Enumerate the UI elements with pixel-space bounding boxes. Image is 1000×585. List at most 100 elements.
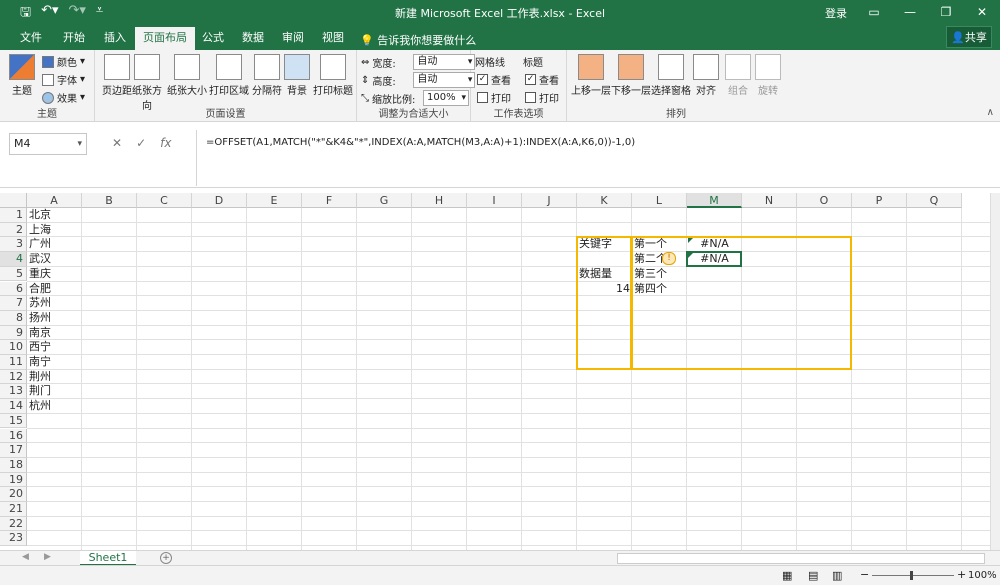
cell-A2[interactable]: 上海 — [29, 223, 80, 237]
enter-icon[interactable]: ✓ — [136, 136, 146, 150]
zoom-level[interactable]: 100% — [968, 570, 997, 581]
tell-me-box[interactable]: 💡 告诉我你想要做什么 — [360, 32, 476, 48]
column-header-G[interactable]: G — [357, 193, 412, 208]
collapse-ribbon-icon[interactable]: ∧ — [987, 107, 994, 118]
minimize-icon[interactable]: — — [892, 0, 928, 24]
column-header-H[interactable]: H — [412, 193, 467, 208]
row-header-20[interactable]: 20 — [0, 487, 27, 502]
zoom-slider[interactable] — [872, 571, 954, 580]
share-button[interactable]: 👤共享 — [946, 26, 992, 48]
cell-A6[interactable]: 合肥 — [29, 282, 80, 296]
height-select[interactable]: 自动 — [413, 72, 476, 88]
row-header-2[interactable]: 2 — [0, 222, 27, 238]
theme-button[interactable]: 主题 — [2, 54, 42, 97]
cancel-icon[interactable]: ✕ — [112, 136, 122, 150]
name-box[interactable]: M4 — [9, 133, 87, 155]
headings-print-checkbox[interactable]: 打印 — [525, 90, 559, 105]
print-area-button[interactable]: 打印区域 — [209, 54, 249, 97]
row-header-18[interactable]: 18 — [0, 457, 27, 473]
cell-A5[interactable]: 重庆 — [29, 267, 80, 281]
row-header-10[interactable]: 10 — [0, 340, 27, 355]
column-header-F[interactable]: F — [302, 193, 357, 208]
row-header-12[interactable]: 12 — [0, 369, 27, 385]
column-header-K[interactable]: K — [577, 193, 632, 208]
group-button[interactable]: 组合 — [723, 54, 753, 97]
formula-input[interactable]: =OFFSET(A1,MATCH("*"&K4&"*",INDEX(A:A,MA… — [206, 137, 635, 148]
row-header-13[interactable]: 13 — [0, 384, 27, 400]
row-header-8[interactable]: 8 — [0, 310, 27, 326]
breaks-button[interactable]: 分隔符 — [249, 54, 285, 97]
row-header-19[interactable]: 19 — [0, 472, 27, 488]
size-button[interactable]: 纸张大小 — [165, 54, 209, 97]
cell-A8[interactable]: 扬州 — [29, 311, 80, 325]
row-header-22[interactable]: 22 — [0, 516, 27, 532]
close-icon[interactable]: ✕ — [964, 0, 1000, 24]
fonts-button[interactable]: 字体 ▾ — [42, 72, 85, 87]
column-header-L[interactable]: L — [632, 193, 687, 208]
cell-A11[interactable]: 南宁 — [29, 355, 80, 369]
background-button[interactable]: 背景 — [283, 54, 311, 97]
column-header-B[interactable]: B — [82, 193, 137, 208]
row-header-17[interactable]: 17 — [0, 443, 27, 458]
tab-page-layout[interactable]: 页面布局 — [135, 27, 195, 50]
tab-view[interactable]: 视图 — [314, 27, 352, 50]
print-titles-button[interactable]: 打印标题 — [311, 54, 355, 97]
column-header-C[interactable]: C — [137, 193, 192, 208]
tab-home[interactable]: 开始 — [55, 27, 93, 50]
cell-K5[interactable]: 数据量 — [579, 267, 630, 281]
row-header-7[interactable]: 7 — [0, 296, 27, 311]
column-header-O[interactable]: O — [797, 193, 852, 208]
gridlines-print-checkbox[interactable]: 打印 — [477, 90, 511, 105]
width-select[interactable]: 自动 — [413, 54, 476, 70]
column-header-J[interactable]: J — [522, 193, 577, 208]
colors-button[interactable]: 颜色 ▾ — [42, 54, 85, 69]
row-header-5[interactable]: 5 — [0, 266, 27, 282]
orientation-button[interactable]: 纸张方向 — [129, 54, 165, 112]
cell-A10[interactable]: 西宁 — [29, 340, 80, 354]
column-header-A[interactable]: A — [27, 193, 82, 208]
cell-A14[interactable]: 杭州 — [29, 399, 80, 413]
cell-A13[interactable]: 荆门 — [29, 384, 80, 398]
effects-button[interactable]: 效果 ▾ — [42, 90, 85, 105]
cell-K3[interactable]: 关键字 — [579, 237, 630, 251]
prev-sheet-icon[interactable]: ◀ — [22, 552, 29, 562]
row-header-15[interactable]: 15 — [0, 413, 27, 429]
row-header-21[interactable]: 21 — [0, 502, 27, 517]
page-break-view-icon[interactable]: ▥ — [832, 569, 842, 582]
row-header-23[interactable]: 23 — [0, 531, 27, 547]
cell-L4[interactable]: 第二个 — [634, 252, 685, 266]
cell-A1[interactable]: 北京 — [29, 208, 80, 222]
bring-forward-button[interactable]: 上移一层 — [569, 54, 613, 97]
zoom-out-icon[interactable]: − — [860, 568, 869, 581]
cell-L3[interactable]: 第一个 — [634, 237, 685, 251]
column-header-N[interactable]: N — [742, 193, 797, 208]
insert-function-icon[interactable]: fx — [160, 136, 171, 150]
select-all-corner[interactable] — [0, 193, 27, 208]
row-header-6[interactable]: 6 — [0, 281, 27, 297]
sheet-tab-sheet1[interactable]: Sheet1 — [80, 551, 136, 566]
ribbon-display-icon[interactable]: ▭ — [856, 0, 892, 24]
tab-formulas[interactable]: 公式 — [194, 27, 232, 50]
add-sheet-icon[interactable]: + — [160, 552, 172, 564]
horizontal-scrollbar[interactable] — [617, 553, 985, 564]
zoom-slider-thumb[interactable] — [910, 571, 913, 580]
cell-A12[interactable]: 荆州 — [29, 370, 80, 384]
gridlines-view-checkbox[interactable]: ✓ 查看 — [477, 72, 511, 87]
login-link[interactable]: 登录 — [825, 5, 847, 21]
row-header-4[interactable]: 4 — [0, 252, 27, 267]
rotate-button[interactable]: 旋转 — [753, 54, 783, 97]
vertical-scrollbar[interactable] — [990, 193, 1000, 550]
cell-M3[interactable]: #N/A — [689, 237, 740, 251]
column-header-M[interactable]: M — [687, 193, 742, 208]
cell-A4[interactable]: 武汉 — [29, 252, 80, 266]
row-header-16[interactable]: 16 — [0, 428, 27, 444]
column-header-Q[interactable]: Q — [907, 193, 962, 208]
cell-A3[interactable]: 广州 — [29, 237, 80, 251]
column-header-E[interactable]: E — [247, 193, 302, 208]
row-header-11[interactable]: 11 — [0, 355, 27, 370]
column-header-D[interactable]: D — [192, 193, 247, 208]
cell-K6[interactable]: 14 — [579, 282, 630, 296]
send-backward-button[interactable]: 下移一层 — [609, 54, 653, 97]
row-header-14[interactable]: 14 — [0, 399, 27, 414]
spreadsheet-grid[interactable]: A B C D E F G H I J K L M N O P Q 1 2 3 4 5 6 7 8 9 10 11 12 13 14 15 16… — [0, 193, 990, 550]
